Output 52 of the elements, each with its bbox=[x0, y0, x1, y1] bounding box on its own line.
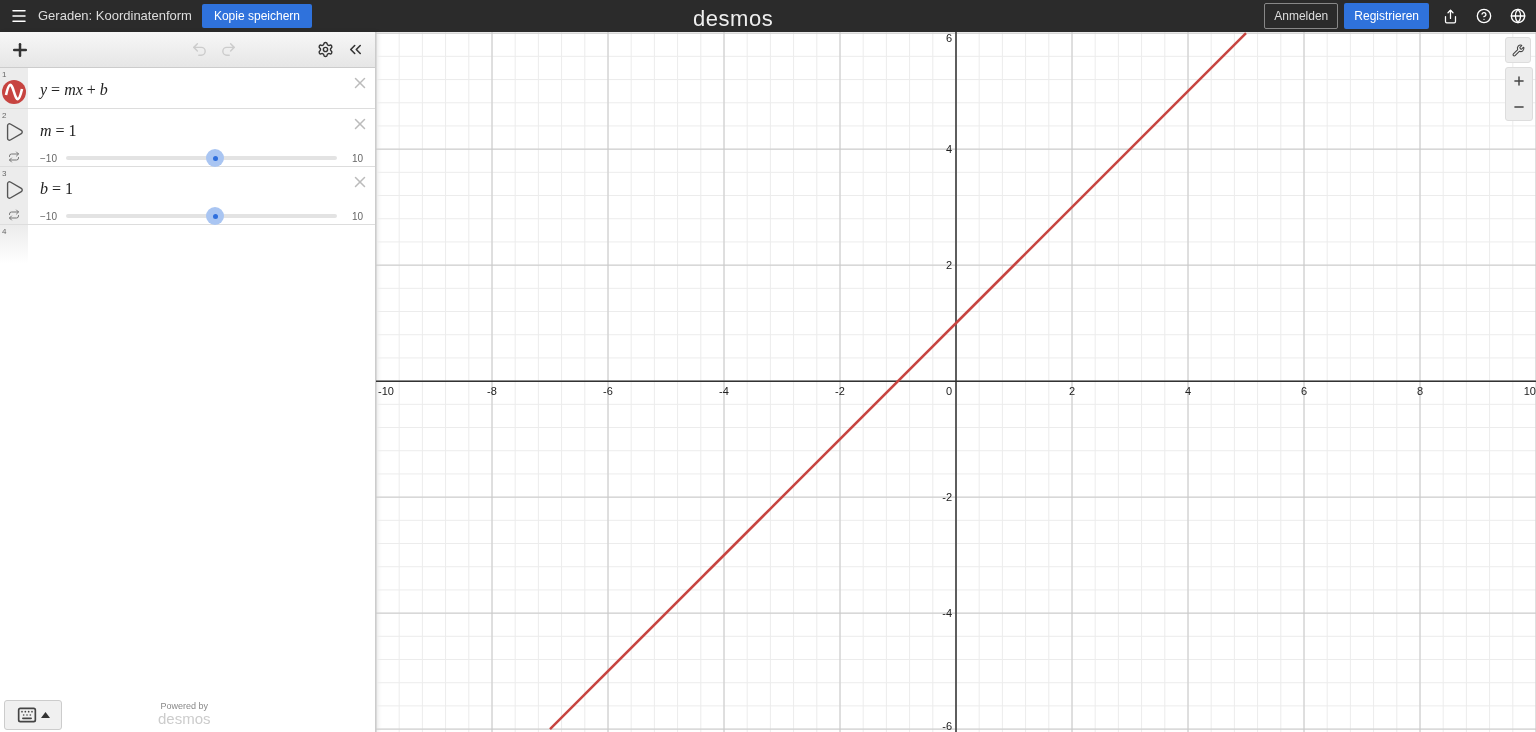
math-expression[interactable]: m = 1 bbox=[40, 119, 363, 143]
wrench-icon bbox=[1511, 43, 1525, 57]
y-tick-label: 2 bbox=[945, 259, 952, 272]
slider-min: −10 bbox=[40, 209, 58, 224]
x-tick-label: 6 bbox=[1300, 385, 1308, 398]
graph-curve-icon[interactable] bbox=[2, 80, 26, 104]
x-tick-label: 0 bbox=[945, 385, 952, 398]
x-tick-label: 2 bbox=[1068, 385, 1076, 398]
y-tick-label: 4 bbox=[945, 143, 952, 156]
save-copy-button[interactable]: Kopie speichern bbox=[201, 4, 312, 28]
repeat-icon[interactable] bbox=[8, 209, 20, 221]
keyboard-button[interactable] bbox=[4, 700, 62, 730]
math-expression[interactable]: y = mx + b bbox=[40, 78, 363, 102]
y-tick-label: -4 bbox=[942, 607, 952, 620]
slider-track[interactable] bbox=[66, 207, 337, 225]
triangle-icon bbox=[40, 712, 50, 718]
line-number: 4 bbox=[2, 226, 7, 238]
keyboard-icon bbox=[16, 705, 37, 725]
y-tick-label: -2 bbox=[942, 491, 952, 504]
y-tick-label: 6 bbox=[945, 32, 952, 44]
logo: desmos bbox=[693, 5, 774, 33]
repeat-icon[interactable] bbox=[8, 151, 20, 163]
slider-thumb[interactable] bbox=[206, 207, 225, 225]
plus-icon bbox=[1512, 74, 1526, 88]
x-tick-label: 4 bbox=[1184, 385, 1192, 398]
x-tick-label: 8 bbox=[1416, 385, 1424, 398]
slider-max: 10 bbox=[350, 151, 363, 166]
x-tick-label: 10 bbox=[1523, 385, 1536, 398]
powered-by-text: Powered by bbox=[160, 702, 209, 711]
x-tick-label: -4 bbox=[719, 385, 729, 398]
slider-min: −10 bbox=[40, 151, 58, 166]
line-number: 1 bbox=[2, 69, 7, 81]
slider-track[interactable] bbox=[66, 149, 337, 167]
register-button[interactable]: Registrieren bbox=[1344, 3, 1429, 29]
login-button[interactable]: Anmelden bbox=[1264, 3, 1339, 29]
globe-icon[interactable] bbox=[1510, 8, 1526, 24]
graph-settings-button[interactable] bbox=[1505, 37, 1531, 63]
math-expression[interactable]: b = 1 bbox=[40, 177, 363, 201]
x-tick-label: -6 bbox=[603, 385, 613, 398]
graph-title: Geraden: Koordinatenform bbox=[38, 7, 192, 26]
slider-thumb[interactable] bbox=[206, 149, 225, 167]
help-icon[interactable] bbox=[1476, 8, 1492, 24]
slider-max: 10 bbox=[350, 209, 363, 224]
line-number: 3 bbox=[2, 168, 7, 180]
settings-icon[interactable] bbox=[317, 41, 334, 58]
menu-icon[interactable] bbox=[10, 7, 28, 25]
line-number: 2 bbox=[2, 110, 7, 122]
x-tick-label: -10 bbox=[378, 385, 394, 398]
x-tick-label: -2 bbox=[835, 385, 845, 398]
share-icon[interactable] bbox=[1443, 8, 1458, 24]
y-tick-label: -6 bbox=[942, 720, 952, 732]
x-tick-label: -8 bbox=[487, 385, 497, 398]
